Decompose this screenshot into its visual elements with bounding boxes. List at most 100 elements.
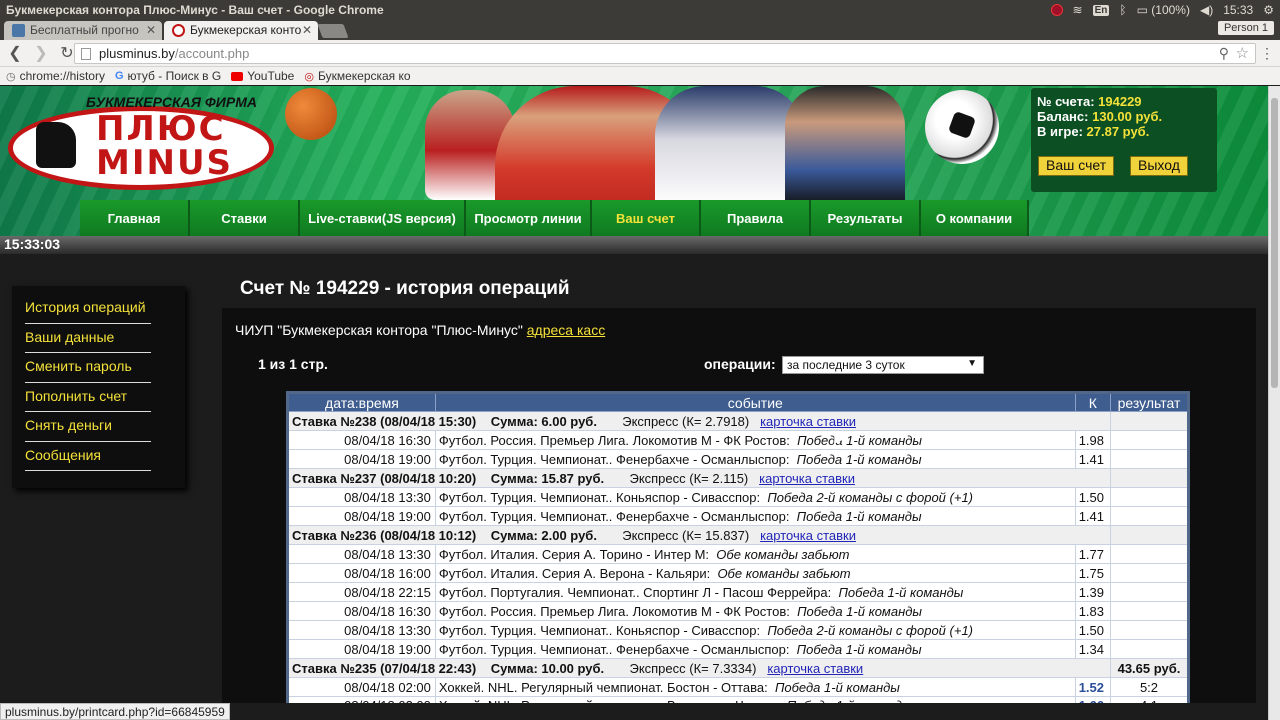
logo-tagline: БУКМЕКЕРСКАЯ ФИРМА	[86, 94, 257, 110]
web-page: БУКМЕКЕРСКАЯ ФИРМА ПЛЮС MINUS № счета: 19…	[0, 86, 1268, 703]
company-line: ЧИУП "Букмекерская контора "Плюс-Минус" …	[235, 322, 605, 338]
tab-bookmaker[interactable]: Букмекерская конто ✕	[164, 21, 318, 40]
bet-leg-row: 08/04/18 13:30 Футбол. Италия. Серия А. Т…	[287, 544, 1189, 564]
person-badge[interactable]: Person 1	[1217, 21, 1274, 35]
your-account-button[interactable]: Ваш счет	[1038, 156, 1115, 176]
leg-coef: 1.41	[1074, 449, 1112, 469]
bookmarks-bar: ◷ chrome://history Gютуб - Поиск в G YouT…	[0, 67, 1280, 85]
bet-leg-row: 08/04/18 13:30 Футбол. Турция. Чемпионат.…	[287, 487, 1189, 507]
bluetooth-icon[interactable]: ᛒ	[1119, 3, 1126, 17]
menu-your-data[interactable]: Ваши данные	[25, 324, 151, 353]
chrome-menu-icon[interactable]: ⋮	[1260, 45, 1274, 62]
side-menu: История операций Ваши данные Сменить пар…	[12, 286, 185, 488]
address-bar[interactable]: plusminus.by/account.php ⚲ ☆	[74, 43, 1256, 64]
bookmark-label: ютуб - Поиск в G	[127, 69, 222, 83]
bookmark-history[interactable]: ◷ chrome://history	[6, 69, 105, 83]
nav-home[interactable]: Главная	[80, 200, 190, 236]
bet-sum: Сумма: 6.00 руб.	[490, 413, 597, 429]
leg-datetime: 08/04/18 19:00	[287, 639, 436, 659]
leg-result	[1110, 601, 1189, 621]
soccer-ball-image	[925, 90, 999, 164]
bet-summary-cell: Ставка №235 (07/04/18 22:43) Сумма: 10.0…	[287, 658, 1111, 678]
col-coef[interactable]: К	[1074, 392, 1112, 412]
bet-header-row: Ставка №238 (08/04/18 15:30) Сумма: 6.00…	[287, 411, 1189, 431]
new-tab-button[interactable]	[317, 24, 349, 38]
bet-result	[1110, 525, 1189, 545]
leg-outcome: Победа 1-й команды	[797, 432, 922, 448]
leg-event-cell: Футбол. Турция. Чемпионат.. Коньяспор - …	[434, 487, 1076, 507]
nav-rules[interactable]: Правила	[701, 200, 811, 236]
bet-sum: Сумма: 15.87 руб.	[490, 470, 605, 486]
col-result[interactable]: результат	[1110, 392, 1189, 412]
keyboard-layout-indicator[interactable]: En	[1092, 4, 1110, 16]
leg-event: Футбол. Италия. Серия А. Верона - Кальяр…	[438, 565, 711, 581]
close-tab-icon[interactable]: ✕	[146, 23, 156, 37]
nav-results[interactable]: Результаты	[811, 200, 921, 236]
forward-arrow-icon[interactable]: ❯	[30, 42, 52, 64]
logo-wordmark: ПЛЮС MINUS	[96, 112, 233, 180]
nav-line[interactable]: Просмотр линии	[466, 200, 592, 236]
system-clock[interactable]: 15:33	[1223, 3, 1253, 17]
football-player-image	[655, 86, 805, 206]
basketball-image	[285, 88, 337, 140]
menu-operations-history[interactable]: История операций	[25, 294, 151, 324]
leg-coef: 1.77	[1074, 544, 1112, 564]
leg-outcome: Обе команды забьют	[717, 565, 851, 581]
col-datetime[interactable]: дата:время	[287, 392, 436, 412]
nav-live-bets[interactable]: Live-ставки(JS версия)	[300, 200, 466, 236]
leg-outcome: Победа 1-й команды	[796, 451, 922, 467]
bookmark-star-icon[interactable]: ☆	[1236, 44, 1249, 62]
account-number-row: № счета: 194229	[1037, 94, 1211, 109]
settings-gear-icon[interactable]: ⚙	[1263, 3, 1274, 17]
scrollbar-thumb[interactable]	[1271, 98, 1278, 388]
leg-coef: 1.34	[1074, 639, 1112, 659]
nav-about[interactable]: О компании	[921, 200, 1029, 236]
bet-leg-row: 08/04/18 16:30 Футбол. Россия. Премьер Ли…	[287, 430, 1189, 450]
url-host: plusminus.by	[99, 46, 175, 61]
page-scrollbar[interactable]	[1268, 86, 1280, 720]
bet-card-link[interactable]: карточка ставки	[767, 661, 863, 676]
leg-datetime: 08/04/18 02:00	[287, 677, 436, 697]
header-subbar	[0, 236, 1268, 254]
operations-period-select[interactable]: за последние 3 суток ▼	[782, 356, 984, 374]
record-indicator-icon[interactable]	[1050, 4, 1063, 16]
tab-vk[interactable]: Бесплатный прогно ✕	[4, 21, 162, 40]
bookmark-youtube[interactable]: YouTube	[231, 69, 294, 83]
leg-coef: 1.83	[1074, 601, 1112, 621]
leg-outcome: Победа 2-й команды с форой (+1)	[767, 489, 974, 505]
bet-card-link[interactable]: карточка ставки	[759, 471, 855, 486]
volume-icon[interactable]: ◀)	[1200, 3, 1213, 17]
logout-button[interactable]: Выход	[1130, 156, 1188, 176]
tab-label: Букмекерская конто	[190, 23, 302, 37]
nav-bets[interactable]: Ставки	[190, 200, 300, 236]
bookmark-bookmaker[interactable]: ◎ Букмекерская ко	[304, 69, 410, 83]
bet-result	[1110, 468, 1189, 488]
leg-event: Футбол. Италия. Серия А. Торино - Интер …	[438, 546, 710, 562]
close-tab-icon[interactable]: ✕	[302, 23, 312, 37]
wifi-icon[interactable]: ≋	[1073, 3, 1083, 17]
leg-coef: 1.41	[1074, 506, 1112, 526]
back-arrow-icon[interactable]: ❮	[4, 42, 26, 64]
leg-event-cell: Футбол. Россия. Премьер Лига. Локомотив …	[434, 430, 1076, 450]
leg-datetime: 08/04/18 13:30	[287, 544, 436, 564]
col-event[interactable]: событие	[434, 392, 1076, 412]
menu-withdraw[interactable]: Снять деньги	[25, 412, 151, 442]
leg-event-cell: Футбол. Португалия. Чемпионат.. Спортинг…	[434, 582, 1076, 602]
zoom-magnifier-icon[interactable]: ⚲	[1219, 45, 1229, 62]
battery-indicator[interactable]: ▭ (100%)	[1137, 3, 1190, 17]
menu-change-password[interactable]: Сменить пароль	[25, 353, 151, 383]
bet-express: Экспресс (К= 15.837)	[622, 527, 750, 543]
menu-deposit[interactable]: Пополнить счет	[25, 383, 151, 412]
bet-card-link[interactable]: карточка ставки	[760, 528, 856, 543]
table-header-row: дата:время событие К результат	[287, 392, 1189, 412]
nav-your-account[interactable]: Ваш счет	[592, 200, 701, 236]
site-logo[interactable]: БУКМЕКЕРСКАЯ ФИРМА ПЛЮС MINUS	[6, 92, 276, 192]
bookmark-google-search[interactable]: Gютуб - Поиск в G	[115, 69, 221, 83]
bet-leg-row: 08/04/18 19:00 Футбол. Турция. Чемпионат.…	[287, 639, 1189, 659]
ingame-row: В игре: 27.87 руб.	[1037, 124, 1211, 139]
bet-card-link[interactable]: карточка ставки	[760, 414, 856, 429]
menu-messages[interactable]: Сообщения	[25, 442, 151, 471]
bet-title: Ставка №238 (08/04/18 15:30)	[292, 413, 477, 429]
cash-offices-link[interactable]: адреса касс	[527, 322, 605, 338]
leg-datetime: 08/04/18 22:15	[287, 582, 436, 602]
